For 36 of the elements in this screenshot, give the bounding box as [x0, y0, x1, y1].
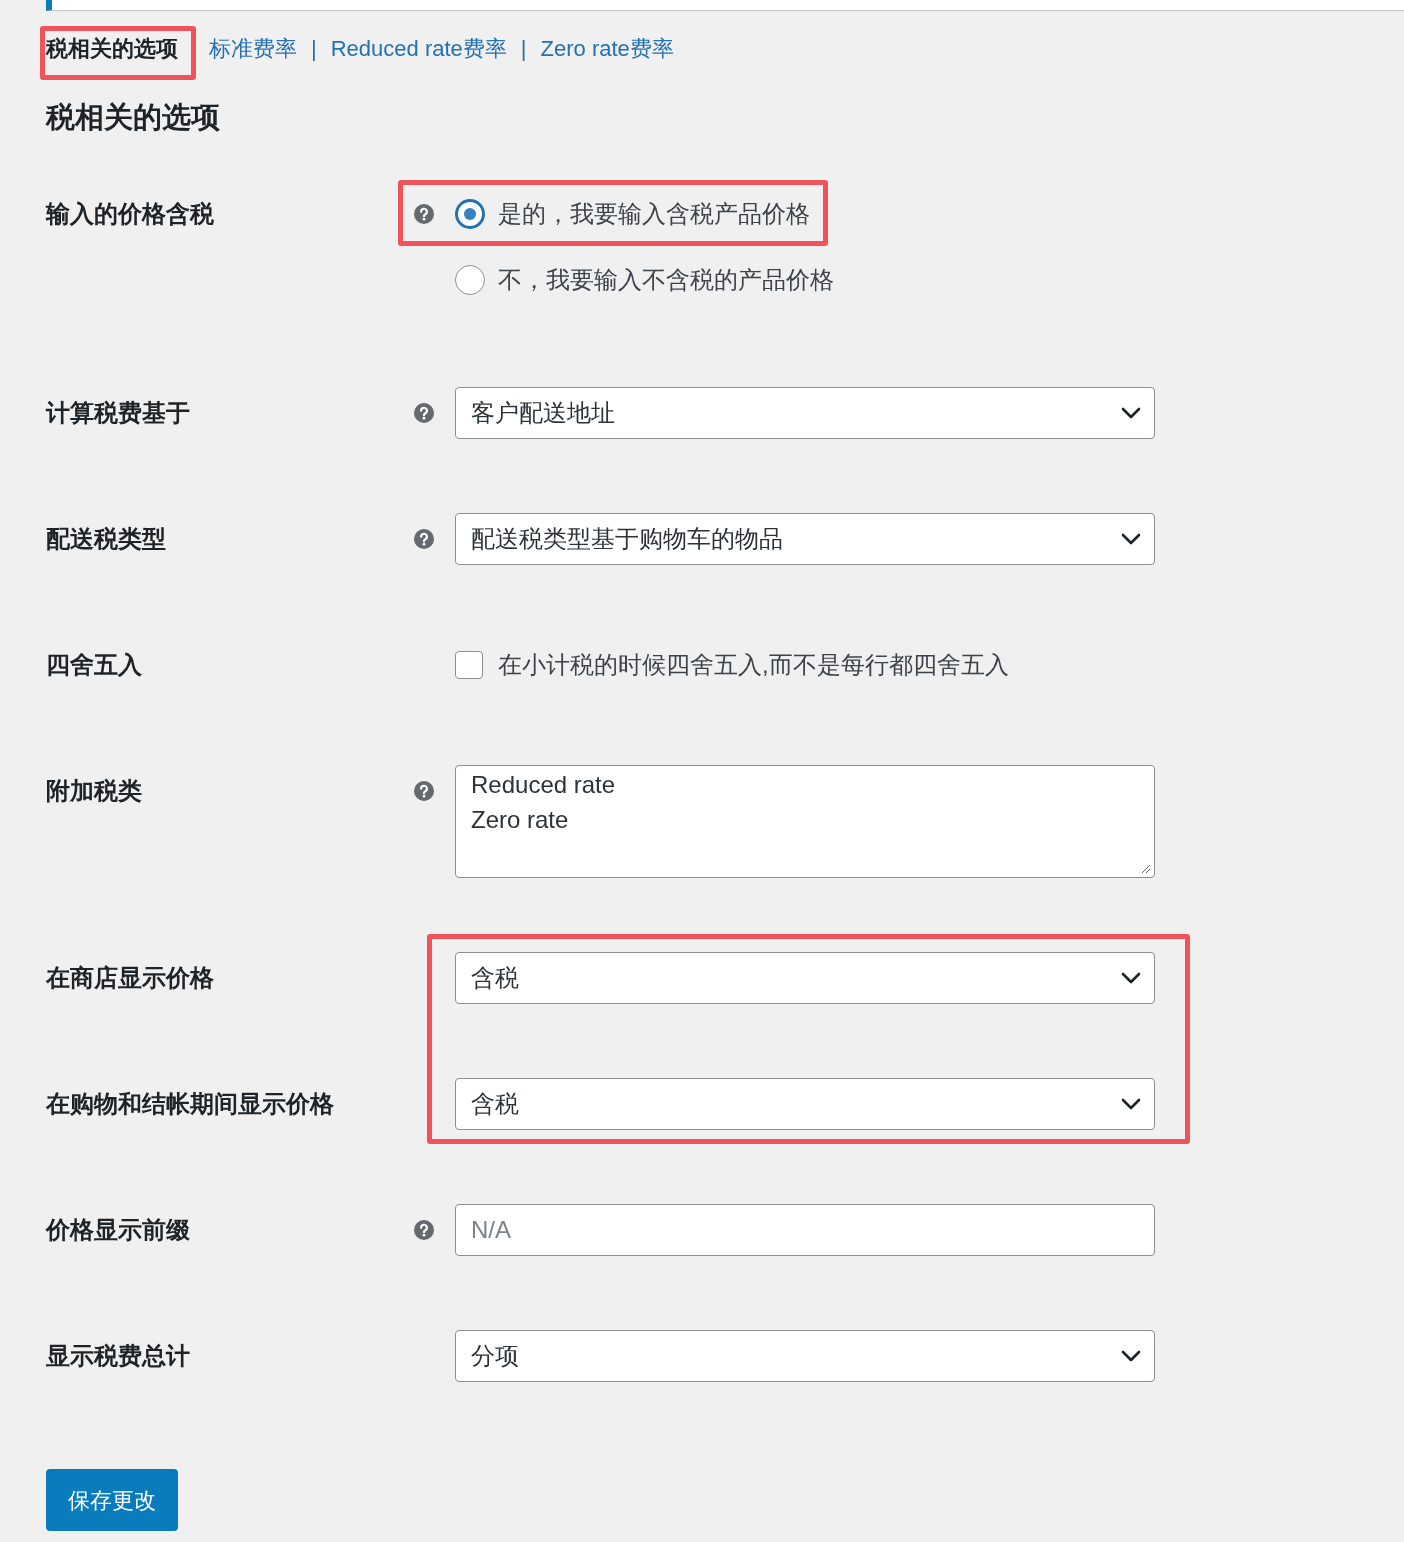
field-label: 输入的价格含税 [46, 199, 215, 229]
field-label: 计算税费基于 [46, 398, 191, 428]
field-label: 显示税费总计 [46, 1341, 191, 1371]
text-input[interactable]: N/A [455, 1204, 1155, 1256]
tab[interactable]: 税相关的选项 [46, 35, 178, 63]
textarea-field[interactable]: Reduced rate Zero rate [455, 765, 1155, 878]
field-label: 价格显示前缀 [46, 1215, 191, 1245]
radio-label: 不，我要输入不含税的产品价格 [498, 265, 834, 295]
radio-button[interactable] [455, 199, 485, 229]
field-label: 在购物和结帐期间显示价格 [46, 1089, 335, 1119]
resize-grip-icon [1141, 864, 1151, 874]
save-button[interactable]: 保存更改 [46, 1469, 178, 1531]
field-label: 附加税类 [46, 776, 143, 806]
radio-button[interactable] [455, 265, 485, 295]
chevron-down-icon [1121, 972, 1141, 984]
tab[interactable]: Zero rate费率 [540, 35, 674, 63]
select-field[interactable]: 含税 [455, 952, 1155, 1004]
select-field[interactable]: 客户配送地址 [455, 387, 1155, 439]
chevron-down-icon [1121, 1350, 1141, 1362]
select-field[interactable]: 含税 [455, 1078, 1155, 1130]
chevron-down-icon [1121, 407, 1141, 419]
select-field[interactable]: 配送税类型基于购物车的物品 [455, 513, 1155, 565]
chevron-down-icon [1121, 1098, 1141, 1110]
tab[interactable]: Reduced rate费率 [330, 35, 507, 63]
checkbox[interactable] [455, 651, 483, 679]
tab-separator: | [520, 35, 527, 63]
select-field[interactable]: 分项 [455, 1330, 1155, 1382]
chevron-down-icon [1121, 533, 1141, 545]
tab-separator: | [311, 35, 317, 63]
radio-label: 是的，我要输入含税产品价格 [498, 199, 810, 229]
field-label: 配送税类型 [46, 524, 167, 554]
field-label: 四舍五入 [46, 650, 143, 680]
checkbox-label: 在小计税的时候四舍五入,而不是每行都四舍五入 [498, 650, 1009, 680]
tab[interactable]: 标准费率 [209, 35, 297, 63]
section-heading: 税相关的选项 [46, 100, 221, 135]
field-label: 在商店显示价格 [46, 963, 215, 993]
